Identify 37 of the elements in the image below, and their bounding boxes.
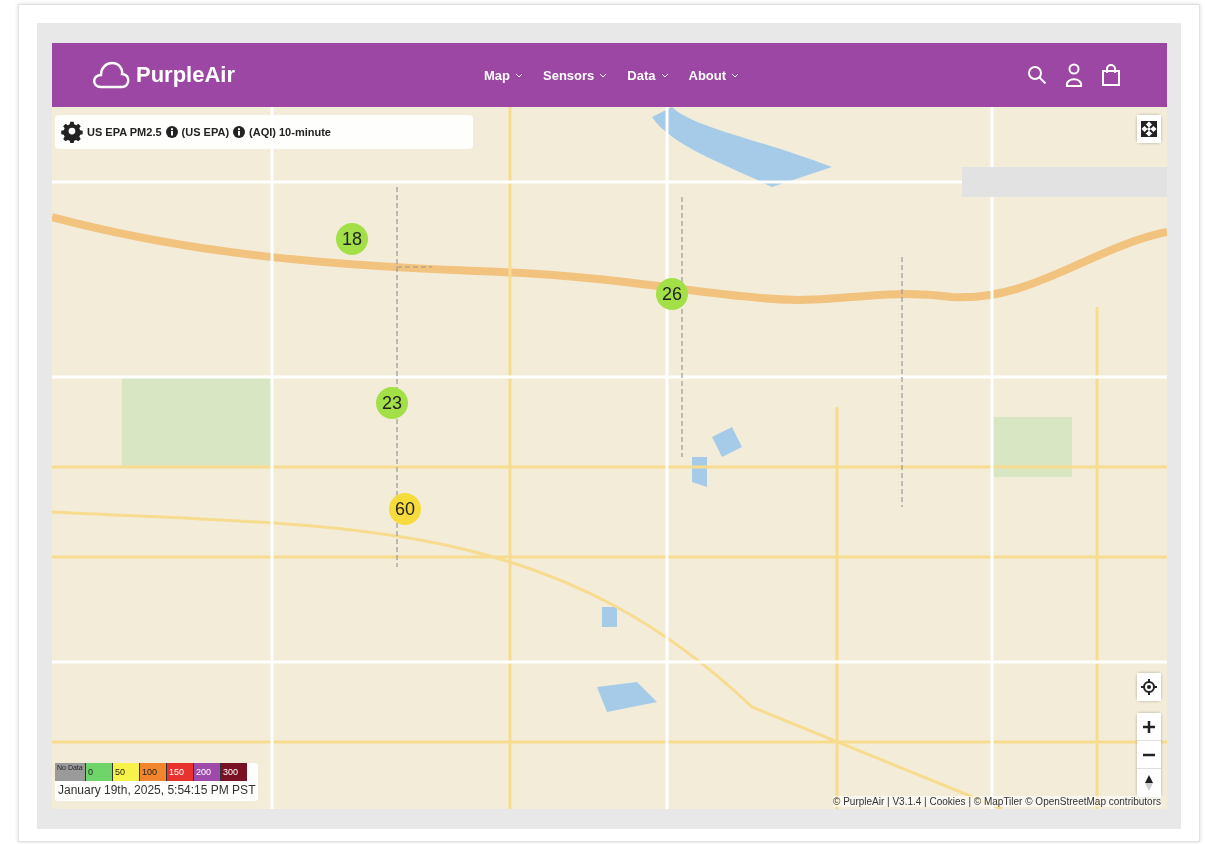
layer-selector[interactable]: US EPA PM2.5 (US EPA) (AQI) 10-minute (55, 115, 473, 149)
map-attribution: © PurpleAir | V3.1.4 | Cookies | © MapTiler © OpenStreetMap contributors (833, 796, 1161, 807)
fullscreen-icon[interactable] (1137, 115, 1161, 143)
legend-swatch: 100 (139, 763, 166, 781)
compass-icon[interactable] (1137, 769, 1161, 797)
info-icon[interactable] (233, 126, 246, 138)
sensor-marker[interactable]: 18 (336, 223, 368, 255)
timestamp: January 19th, 2025, 5:54:15 PM PST (57, 782, 257, 799)
layer-label: (AQI) 10-minute (249, 126, 331, 138)
user-icon[interactable] (1065, 63, 1083, 87)
caret-icon (599, 72, 608, 78)
zoom-in-icon[interactable] (1137, 713, 1161, 741)
layer-label: US EPA PM2.5 (87, 126, 162, 138)
legend-swatch: 150 (166, 763, 193, 781)
layer-label: (US EPA) (181, 126, 230, 138)
caret-icon (515, 72, 523, 78)
shopping-bag-icon[interactable] (1101, 64, 1121, 86)
legend-swatch: 300 (220, 763, 247, 781)
nav-menu[interactable]: About (688, 63, 740, 87)
cloud-logo-icon[interactable] (92, 61, 130, 89)
caret-icon (660, 72, 669, 78)
sensor-marker[interactable]: 60 (389, 493, 421, 525)
zoom-out-icon[interactable] (1137, 741, 1161, 769)
legend-swatch: 0 (85, 763, 112, 781)
search-icon[interactable] (1027, 65, 1047, 85)
locate-icon[interactable] (1137, 673, 1161, 701)
settings-icon[interactable] (61, 121, 83, 143)
sensor-marker[interactable]: 26 (656, 278, 688, 310)
nav-menu[interactable]: Map (484, 63, 523, 87)
caret-icon (731, 72, 740, 78)
nav-menu[interactable]: Sensors (543, 63, 608, 87)
brand-name[interactable]: PurpleAir (136, 62, 236, 88)
legend-swatch: 200 (193, 763, 220, 781)
nav-menu[interactable]: Data (627, 63, 669, 87)
sensor-marker[interactable]: 23 (376, 387, 408, 419)
info-icon[interactable] (165, 126, 178, 138)
legend-swatch: 50 (112, 763, 139, 781)
